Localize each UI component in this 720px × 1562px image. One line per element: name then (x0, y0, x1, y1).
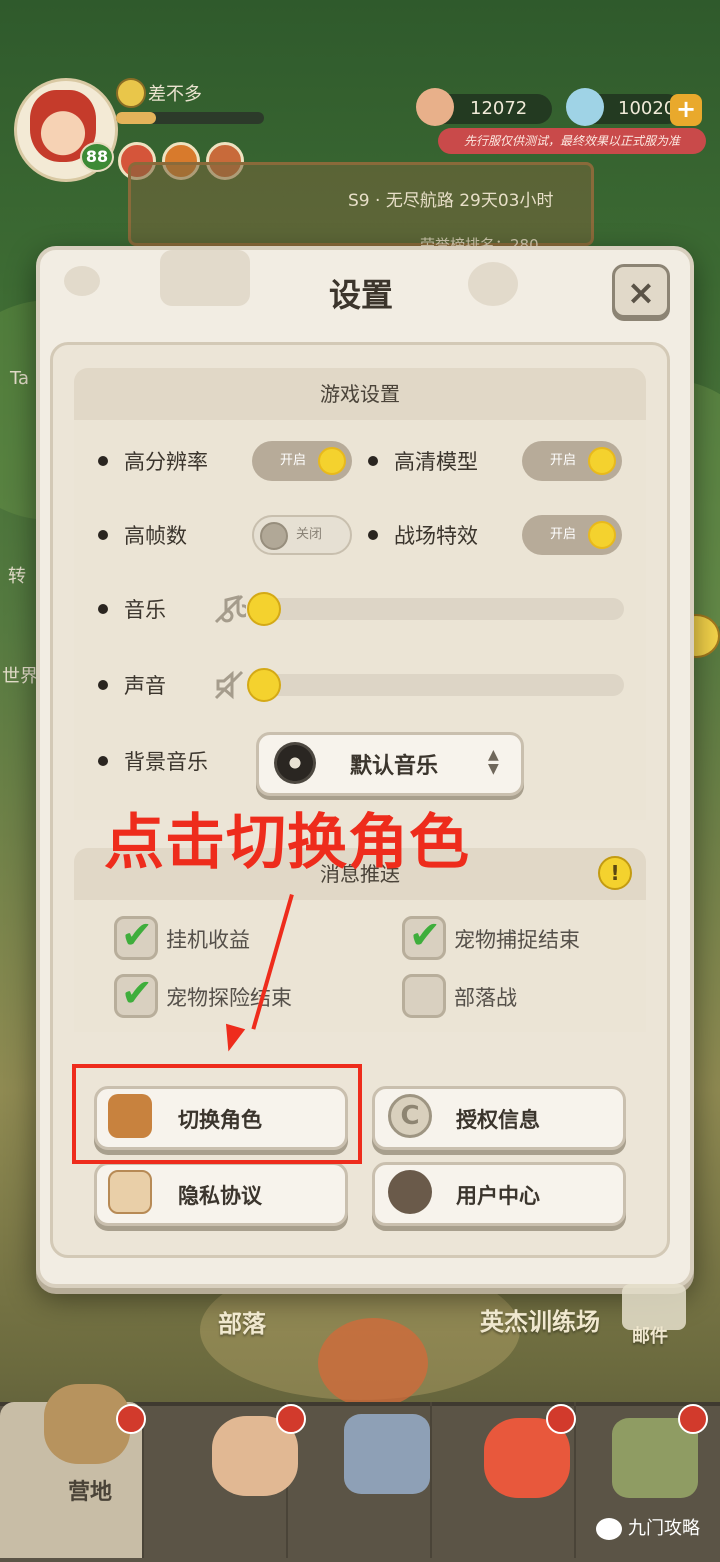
hi-res-toggle[interactable]: 开启 (252, 441, 352, 481)
section-heading: 游戏设置 (74, 368, 646, 420)
player-name: 差不多 (148, 84, 202, 105)
bullet (98, 604, 108, 614)
dialog-title: 设置 (328, 276, 393, 314)
test-server-notice: 先行服仅供测试，最终效果以正式服为准 (438, 128, 706, 154)
notification-bell-icon (546, 1404, 576, 1434)
setting-label: 声音 (124, 674, 166, 698)
license-info-label: 授权信息 (456, 1108, 540, 1132)
push-section (74, 900, 646, 1032)
checkbox-label: 挂机收益 (166, 928, 250, 952)
gem-icon (566, 88, 604, 126)
setting-label: 高分辨率 (124, 450, 208, 474)
info-warning-icon[interactable]: ! (598, 856, 632, 890)
user-avatar-icon (388, 1170, 432, 1214)
checkbox-tribe-war[interactable] (402, 974, 446, 1018)
mail-label[interactable]: 邮件 (632, 1322, 668, 1348)
sound-slider-track[interactable] (262, 674, 624, 696)
mood-icon (116, 78, 146, 108)
hd-model-toggle[interactable]: 开启 (522, 441, 622, 481)
toggle-knob (318, 447, 346, 475)
copyright-icon: C (388, 1094, 432, 1138)
checkbox-label: 宠物捕捉结束 (454, 928, 580, 952)
battle-effects-toggle[interactable]: 开启 (522, 515, 622, 555)
setting-label: 高清模型 (394, 450, 478, 474)
user-center-label: 用户中心 (456, 1184, 540, 1208)
exp-bar-fill (116, 112, 156, 124)
music-slider-track[interactable] (262, 598, 624, 620)
bullet (98, 756, 108, 766)
setting-label: 音乐 (124, 598, 166, 622)
check-icon: ✔ (121, 913, 153, 957)
sound-slider-thumb[interactable] (247, 668, 281, 702)
side-label[interactable]: Ta (10, 368, 29, 389)
level-badge: 88 (80, 142, 114, 172)
music-slider-thumb[interactable] (247, 592, 281, 626)
chevron-up-down-icon: ▲ ▼ (488, 747, 499, 777)
toggle-state: 开启 (550, 527, 577, 542)
checkbox-pet-capture[interactable]: ✔ (402, 913, 446, 960)
sound-off-icon[interactable] (212, 668, 246, 702)
setting-label: 战场特效 (394, 524, 478, 548)
scroll-document-icon (108, 1170, 152, 1214)
toggle-knob (260, 522, 288, 550)
side-label[interactable]: 转 (8, 562, 26, 588)
annotation-highlight-box (72, 1064, 362, 1164)
high-fps-toggle[interactable]: 关闭 (252, 515, 352, 555)
check-icon: ✔ (409, 913, 441, 957)
notification-bell-icon (116, 1404, 146, 1434)
music-disc-icon (274, 742, 316, 784)
privacy-label: 隐私协议 (178, 1184, 262, 1208)
side-label[interactable]: 世界 (2, 662, 38, 688)
sword-icon (344, 1414, 430, 1494)
toggle-state: 开启 (280, 453, 307, 468)
check-icon: ✔ (121, 971, 153, 1015)
music-off-icon[interactable] (212, 592, 246, 626)
tab-camp-label: 营地 (68, 1480, 113, 1505)
add-currency-button[interactable]: + (670, 94, 702, 126)
bullet (368, 530, 378, 540)
wechat-icon (596, 1518, 622, 1540)
toggle-knob (588, 521, 616, 549)
setting-label: 背景音乐 (124, 750, 208, 774)
checkbox-pet-explore[interactable]: ✔ (114, 971, 158, 1018)
meat-icon (416, 88, 454, 126)
bullet (368, 456, 378, 466)
toggle-state: 开启 (550, 453, 577, 468)
notification-bell-icon (678, 1404, 708, 1434)
bullet (98, 530, 108, 540)
toggle-knob (588, 447, 616, 475)
training-area-label[interactable]: 英杰训练场 (480, 1302, 600, 1337)
bullet (98, 680, 108, 690)
hero-character[interactable] (318, 1318, 428, 1408)
checkbox-label: 宠物探险结束 (166, 986, 292, 1010)
checkbox-label: 部落战 (454, 986, 517, 1010)
notification-bell-icon (276, 1404, 306, 1434)
tribe-area-label[interactable]: 部落 (218, 1304, 266, 1339)
bullet (98, 456, 108, 466)
bgm-select-value: 默认音乐 (350, 754, 439, 779)
season-timer: S9 · 无尽航路 29天03小时 (348, 191, 554, 211)
checkbox-idle-income[interactable]: ✔ (114, 913, 158, 960)
watermark: 九门攻略 (628, 1518, 700, 1539)
setting-label: 高帧数 (124, 524, 187, 548)
close-button[interactable]: × (612, 264, 670, 318)
toggle-state: 关闭 (296, 527, 323, 542)
annotation-text: 点击切换角色 (104, 808, 470, 878)
